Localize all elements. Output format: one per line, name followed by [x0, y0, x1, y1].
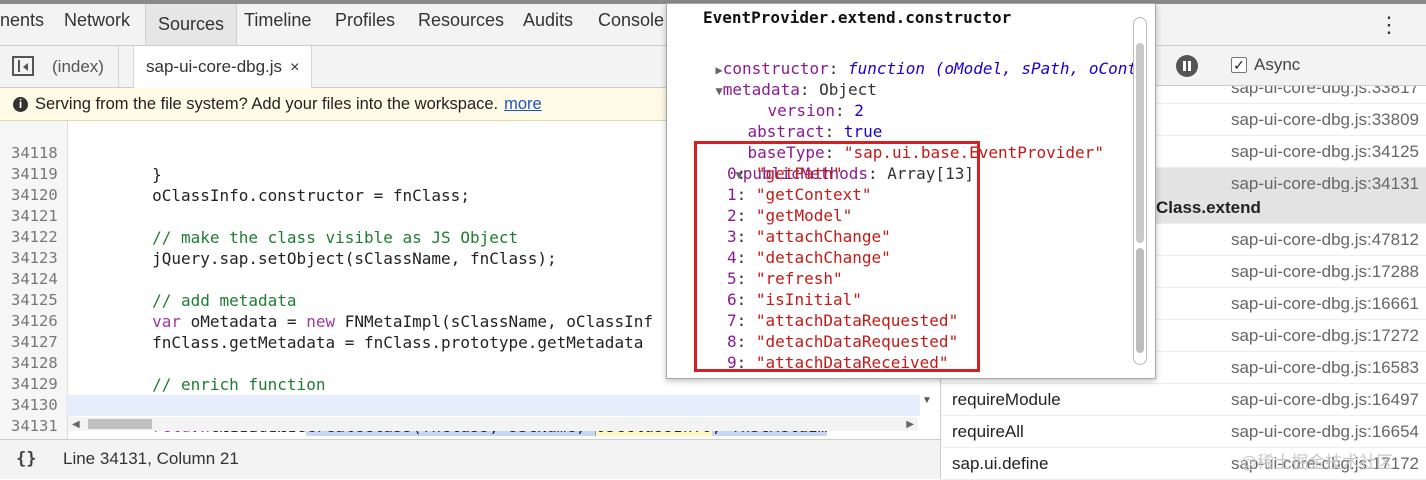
frame-location: sap-ui-core-dbg.js:47812	[1230, 230, 1419, 249]
basetype-row: baseType: "sap.ui.base.EventProvider"	[747, 143, 1104, 162]
frame-location: sap-ui-core-dbg.js:17272	[1230, 326, 1419, 345]
call-frame[interactable]: requireAll sap-ui-core-dbg.js:16654	[941, 416, 1426, 448]
scroll-right-icon[interactable]: ▶	[906, 419, 914, 430]
code-line: fnClass.getMetadata = fnClass.prototype.…	[75, 333, 644, 352]
code-line: // add metadata	[75, 291, 297, 310]
object-inspector-popover[interactable]: EventProvider.extend.constructor ▶constr…	[666, 3, 1156, 379]
current-line: return Metadata.createClass(fnClass, sSC…	[66, 395, 920, 436]
code-line: jQuery.sap.setObject(sClassName, fnClass…	[75, 249, 557, 268]
close-icon[interactable]: ×	[290, 59, 299, 76]
code-line: oClassInfo.constructor = fnClass;	[75, 186, 470, 205]
code-line: }	[75, 165, 162, 184]
property-value: function (oModel, sPath, oCont	[848, 59, 1137, 78]
collapse-triangle-icon[interactable]: ▼	[716, 84, 723, 98]
scrollbar-thumb[interactable]	[88, 419, 152, 429]
popover-title: EventProvider.extend.constructor	[703, 8, 1012, 27]
file-tab-active[interactable]: sap-ui-core-dbg.js ×	[133, 46, 313, 88]
more-options-icon[interactable]: ⋮	[1378, 12, 1400, 38]
frame-function: Class.extend	[1156, 198, 1261, 217]
horizontal-scrollbar[interactable]: ◀ ▶	[68, 417, 918, 431]
tab-sources[interactable]: Sources	[145, 4, 238, 45]
tab-timeline[interactable]: Timeline	[244, 10, 311, 31]
frame-location: sap-ui-core-dbg.js:17288	[1230, 262, 1419, 281]
frame-function: sap.ui.define	[952, 454, 1049, 473]
scrollbar-thumb[interactable]	[1136, 248, 1144, 353]
call-frame[interactable]: requireModule sap-ui-core-dbg.js:16497	[941, 384, 1426, 416]
code-line: // make the class visible as JS Object	[75, 228, 519, 247]
scrollbar-thumb[interactable]	[1136, 43, 1144, 243]
abstract-row: abstract: true	[747, 122, 883, 141]
popover-scrollbar[interactable]	[1133, 17, 1147, 365]
frame-location: sap-ui-core-dbg.js:33809	[1230, 110, 1419, 129]
toggle-navigator-icon[interactable]	[12, 56, 34, 76]
frame-location: sap-ui-core-dbg.js:16654	[1230, 422, 1419, 441]
info-icon: i	[13, 97, 28, 112]
cursor-position: Line 34131, Column 21	[63, 449, 239, 468]
frame-function: requireModule	[952, 390, 1061, 409]
more-link[interactable]: more	[504, 95, 542, 113]
frame-location: sap-ui-core-dbg.js:34125	[1230, 142, 1419, 161]
constructor-row[interactable]: ▶constructor: function (oModel, sPath, o…	[677, 37, 1137, 78]
frame-location: sap-ui-core-dbg.js:16661	[1230, 294, 1419, 313]
tab-elements[interactable]: nents	[0, 10, 44, 31]
frame-location: sap-ui-core-dbg.js:16497	[1230, 390, 1419, 409]
scroll-down-icon[interactable]: ▼	[922, 395, 932, 406]
code-line: // enrich function	[75, 375, 326, 394]
infobar-message: Serving from the file system? Add your f…	[35, 88, 542, 121]
async-checkbox[interactable]: ✓	[1231, 57, 1247, 73]
infobar-text: Serving from the file system? Add your f…	[35, 95, 499, 113]
pause-on-exceptions-button[interactable]	[1176, 55, 1198, 77]
file-tab-label: sap-ui-core-dbg.js	[146, 57, 283, 76]
highlight-annotation	[694, 141, 980, 372]
editor-status-bar: {} Line 34131, Column 21	[0, 439, 940, 479]
tab-network[interactable]: Network	[64, 10, 130, 31]
tab-profiles[interactable]: Profiles	[335, 10, 395, 31]
frame-function: requireAll	[952, 422, 1024, 441]
metadata-row[interactable]: ▼metadata: Object	[677, 58, 877, 99]
file-tab-index[interactable]: (index)	[38, 46, 119, 87]
code-line: var oMetadata = new FNMetaImpl(sClassNam…	[152, 312, 653, 331]
tab-audits[interactable]: Audits	[523, 10, 573, 31]
scroll-left-icon[interactable]: ◀	[72, 419, 80, 430]
frame-location: sap-ui-core-dbg.js:16583	[1230, 358, 1419, 377]
tab-console[interactable]: Console	[598, 10, 664, 31]
tab-resources[interactable]: Resources	[418, 10, 504, 31]
watermark: @稀土掘金技术社区	[1240, 453, 1394, 472]
async-label: Async	[1254, 55, 1301, 74]
pretty-print-icon[interactable]: {}	[16, 440, 36, 478]
version-row: version: 2	[767, 101, 864, 120]
